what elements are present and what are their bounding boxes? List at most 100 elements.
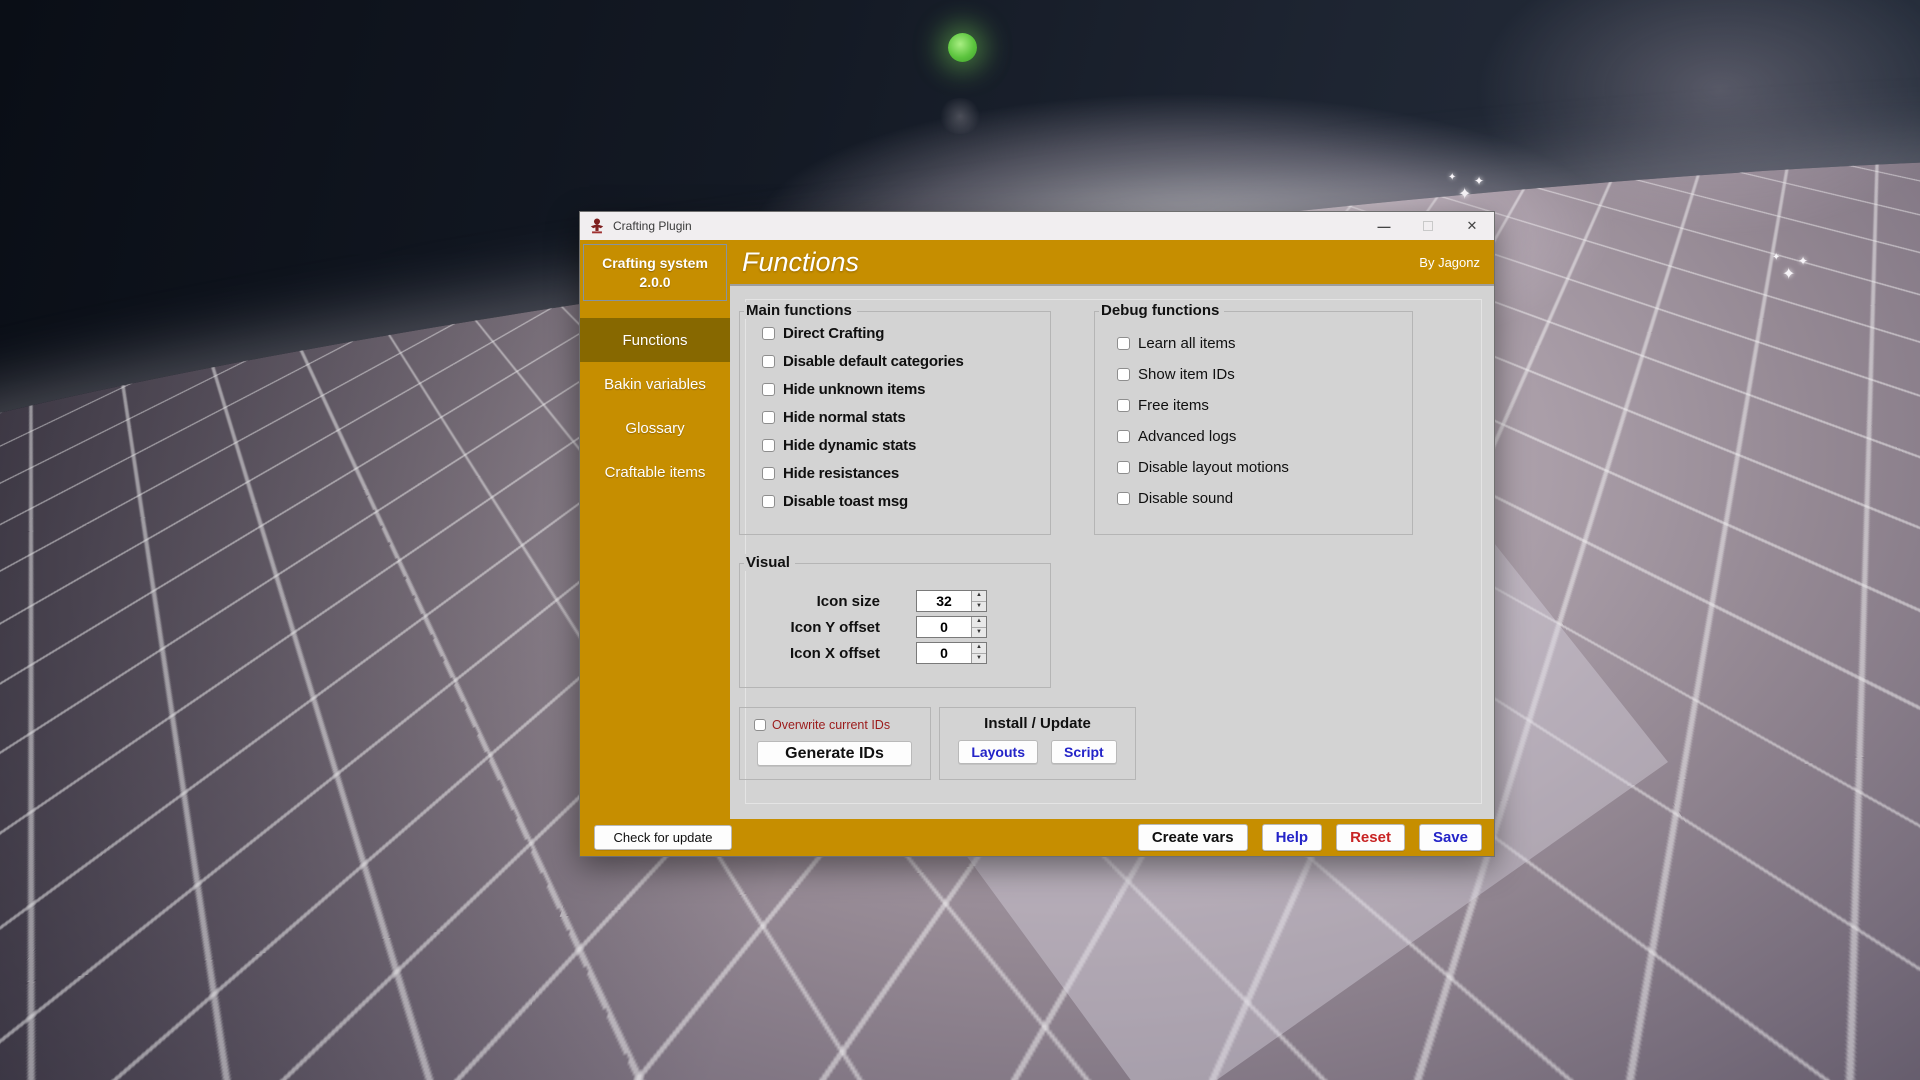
disable-toast-msg-checkbox[interactable]	[762, 495, 775, 508]
install-update-group: Install / Update Layouts Script	[939, 707, 1136, 780]
layouts-button[interactable]: Layouts	[958, 740, 1038, 764]
checkbox-row-free-items: Free items	[1117, 390, 1412, 421]
footer-bar: Check for update Create vars Help Reset …	[580, 819, 1494, 856]
checkbox-label: Hide normal stats	[783, 409, 905, 426]
checkbox-label: Hide unknown items	[783, 381, 925, 398]
icon-y-offset-row: Icon Y offset 0 ▲ ▼	[740, 616, 1050, 638]
icon-size-stepper[interactable]: 32 ▲ ▼	[916, 590, 987, 612]
close-button[interactable]: ✕	[1450, 212, 1494, 240]
direct-crafting-checkbox[interactable]	[762, 327, 775, 340]
checkbox-row-hide-resistances: Hide resistances	[762, 459, 1050, 487]
help-button[interactable]: Help	[1262, 824, 1323, 851]
sidebar: Crafting system 2.0.0 Functions Bakin va…	[580, 240, 730, 819]
checkbox-label: Disable layout motions	[1138, 459, 1289, 476]
author-credit: By Jagonz	[1419, 255, 1480, 270]
checkbox-row-learn-all-items: Learn all items	[1117, 328, 1412, 359]
checkbox-label: Hide dynamic stats	[783, 437, 916, 454]
sparkle-icon: ✦	[1458, 184, 1471, 204]
sparkle-icon: ✦	[1782, 264, 1795, 284]
minimize-button[interactable]: —	[1362, 212, 1406, 240]
icon-x-offset-stepper[interactable]: 0 ▲ ▼	[916, 642, 987, 664]
hide-unknown-items-checkbox[interactable]	[762, 383, 775, 396]
plugin-version: 2.0.0	[584, 273, 726, 292]
generate-ids-button[interactable]: Generate IDs	[757, 741, 912, 766]
checkbox-row-disable-sound: Disable sound	[1117, 483, 1412, 514]
spinner-down-icon[interactable]: ▼	[972, 602, 986, 612]
checkbox-row-show-item-ids: Show item IDs	[1117, 359, 1412, 390]
checkbox-label: Learn all items	[1138, 335, 1236, 352]
green-orb	[948, 33, 977, 62]
generate-ids-group: Overwrite current IDs Generate IDs	[739, 707, 931, 780]
script-button[interactable]: Script	[1051, 740, 1117, 764]
checkbox-label: Direct Crafting	[783, 325, 884, 342]
checkbox-row-disable-default-categories: Disable default categories	[762, 347, 1050, 375]
hide-resistances-checkbox[interactable]	[762, 467, 775, 480]
disable-sound-checkbox[interactable]	[1117, 492, 1130, 505]
show-item-ids-checkbox[interactable]	[1117, 368, 1130, 381]
maximize-button	[1406, 212, 1450, 240]
plugin-name: Crafting system	[584, 254, 726, 273]
disable-layout-motions-checkbox[interactable]	[1117, 461, 1130, 474]
save-button[interactable]: Save	[1419, 824, 1482, 851]
field-label: Icon X offset	[740, 645, 880, 662]
checkbox-label: Disable sound	[1138, 490, 1233, 507]
checkbox-label: Hide resistances	[783, 465, 899, 482]
icon-y-offset-stepper[interactable]: 0 ▲ ▼	[916, 616, 987, 638]
icon-x-offset-row: Icon X offset 0 ▲ ▼	[740, 642, 1050, 664]
learn-all-items-checkbox[interactable]	[1117, 337, 1130, 350]
window-title: Crafting Plugin	[613, 219, 692, 233]
checkbox-label: Disable default categories	[783, 353, 964, 370]
sparkle-icon: ✦	[1474, 174, 1484, 188]
visual-group: Visual Icon size 32 ▲ ▼ Icon Y offset	[739, 563, 1051, 688]
group-title: Visual	[744, 554, 795, 571]
crafting-plugin-window: Crafting Plugin — ✕ Crafting system 2.0.…	[579, 211, 1495, 857]
group-title: Main functions	[744, 302, 857, 319]
spinner-up-icon[interactable]: ▲	[972, 643, 986, 654]
spinner-up-icon[interactable]: ▲	[972, 591, 986, 602]
sidebar-item-craftable-items[interactable]: Craftable items	[580, 450, 730, 494]
overwrite-current-ids-checkbox[interactable]	[754, 719, 766, 731]
page-header: Functions By Jagonz	[730, 240, 1494, 286]
field-value[interactable]: 0	[917, 643, 971, 663]
field-label: Icon size	[740, 593, 880, 610]
sidebar-item-glossary[interactable]: Glossary	[580, 406, 730, 450]
sparkle-icon: ✦	[1772, 252, 1780, 263]
field-value[interactable]: 0	[917, 617, 971, 637]
sidebar-item-functions[interactable]: Functions	[580, 318, 730, 362]
sidebar-item-bakin-variables[interactable]: Bakin variables	[580, 362, 730, 406]
app-logo-icon	[588, 217, 606, 235]
checkbox-label: Free items	[1138, 397, 1209, 414]
field-value[interactable]: 32	[917, 591, 971, 611]
checkbox-row-disable-layout-motions: Disable layout motions	[1117, 452, 1412, 483]
icon-size-row: Icon size 32 ▲ ▼	[740, 590, 1050, 612]
reset-button[interactable]: Reset	[1336, 824, 1405, 851]
hide-dynamic-stats-checkbox[interactable]	[762, 439, 775, 452]
free-items-checkbox[interactable]	[1117, 399, 1130, 412]
sparkle-icon: ✦	[1448, 172, 1456, 183]
checkbox-row-direct-crafting: Direct Crafting	[762, 319, 1050, 347]
field-label: Icon Y offset	[740, 619, 880, 636]
checkbox-label: Advanced logs	[1138, 428, 1236, 445]
checkbox-row-advanced-logs: Advanced logs	[1117, 421, 1412, 452]
checkbox-row-disable-toast-msg: Disable toast msg	[762, 487, 1050, 515]
overwrite-ids-label: Overwrite current IDs	[772, 718, 890, 732]
advanced-logs-checkbox[interactable]	[1117, 430, 1130, 443]
spinner-down-icon[interactable]: ▼	[972, 654, 986, 664]
sparkle-icon: ✦	[1798, 254, 1808, 268]
spinner-down-icon[interactable]: ▼	[972, 628, 986, 638]
faint-glow-orb	[938, 98, 982, 134]
check-for-update-button[interactable]: Check for update	[594, 825, 732, 850]
titlebar[interactable]: Crafting Plugin — ✕	[580, 212, 1494, 240]
create-vars-button[interactable]: Create vars	[1138, 824, 1248, 851]
debug-functions-group: Debug functions Learn all items Show ite…	[1094, 311, 1413, 535]
install-update-title: Install / Update	[940, 715, 1135, 732]
checkbox-row-hide-dynamic-stats: Hide dynamic stats	[762, 431, 1050, 459]
hide-normal-stats-checkbox[interactable]	[762, 411, 775, 424]
group-title: Debug functions	[1099, 302, 1224, 319]
checkbox-row-hide-normal-stats: Hide normal stats	[762, 403, 1050, 431]
overwrite-ids-row: Overwrite current IDs	[754, 718, 930, 732]
checkbox-label: Disable toast msg	[783, 493, 908, 510]
disable-default-categories-checkbox[interactable]	[762, 355, 775, 368]
checkbox-row-hide-unknown-items: Hide unknown items	[762, 375, 1050, 403]
spinner-up-icon[interactable]: ▲	[972, 617, 986, 628]
